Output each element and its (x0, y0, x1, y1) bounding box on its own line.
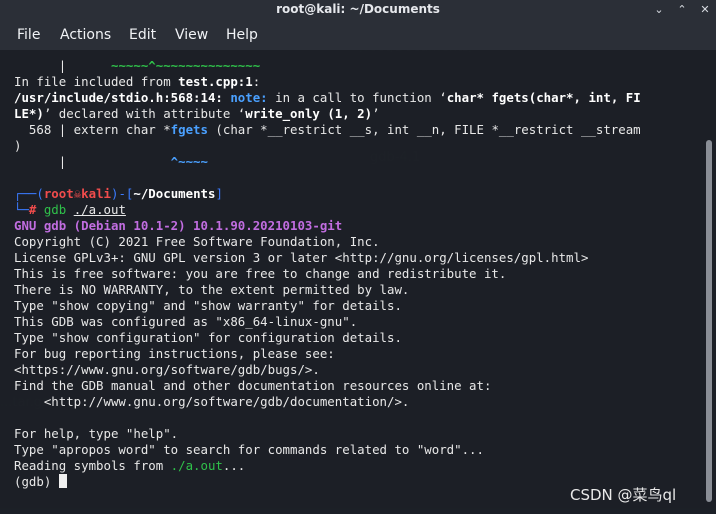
cursor (58, 474, 67, 488)
output-line: This is free software: you are free to c… (14, 266, 507, 281)
output-line: Type "apropos word" to search for comman… (14, 442, 484, 457)
output-line: Find the GDB manual and other documentat… (14, 378, 492, 393)
close-icon[interactable]: ✕ (698, 3, 712, 17)
output-line: <https://www.gnu.org/software/gdb/bugs/>… (14, 362, 320, 377)
output-line: This GDB was configured as "x86_64-linux… (14, 314, 358, 329)
output-line: | ^~~~~ (14, 154, 208, 169)
menu-edit[interactable]: Edit (129, 27, 156, 43)
output-line: LE*)’ declared with attribute ‘write_onl… (14, 106, 380, 121)
window-title: root@kali: ~/Documents (276, 2, 440, 16)
command-line: └─# gdb ./a.out (14, 202, 126, 217)
output-line: Type "show copying" and "show warranty" … (14, 298, 402, 313)
terminal-window: root@kali: ~/Documents ⌄ ⌃ ✕ File Action… (0, 0, 716, 514)
output-line: | ~~~~~^~~~~~~~~~~~~~~ (14, 58, 261, 73)
menu-file[interactable]: File (17, 27, 40, 43)
title-bar[interactable]: root@kali: ~/Documents ⌄ ⌃ ✕ (0, 0, 716, 20)
maximize-icon[interactable]: ⌃ (675, 3, 689, 17)
output-line: <http://www.gnu.org/software/gdb/documen… (14, 394, 410, 409)
output-line: /usr/include/stdio.h:568:14: note: in a … (14, 90, 641, 105)
gdb-banner: GNU gdb (Debian 10.1-2) 10.1.90.20210103… (14, 218, 343, 233)
gdb-prompt[interactable]: (gdb) (14, 474, 67, 490)
minimize-icon[interactable]: ⌄ (652, 3, 666, 17)
scrollbar[interactable] (706, 140, 712, 502)
output-line: In file included from test.cpp:1: (14, 74, 261, 89)
terminal-output[interactable]: | ~~~~~^~~~~~~~~~~~~~~ In file included … (0, 50, 704, 514)
output-line: ) (14, 138, 22, 153)
output-line: Reading symbols from ./a.out... (14, 458, 246, 473)
menu-bar: File Actions Edit View Help (0, 20, 716, 50)
menu-view[interactable]: View (175, 27, 208, 43)
output-line: Type "show configuration" for configurat… (14, 330, 402, 345)
output-line: There is NO WARRANTY, to the extent perm… (14, 282, 410, 297)
output-line: For bug reporting instructions, please s… (14, 346, 335, 361)
watermark: CSDN @菜鸟ql (570, 486, 677, 504)
output-line: License GPLv3+: GNU GPL version 3 or lat… (14, 250, 589, 265)
menu-help[interactable]: Help (226, 27, 258, 43)
output-line: For help, type "help". (14, 426, 179, 441)
prompt-line: ┌──(root☠kali)-[~/Documents] (14, 186, 223, 201)
menu-actions[interactable]: Actions (60, 27, 111, 43)
output-line: 568 | extern char *fgets (char *__restri… (14, 122, 641, 137)
output-line: Copyright (C) 2021 Free Software Foundat… (14, 234, 380, 249)
